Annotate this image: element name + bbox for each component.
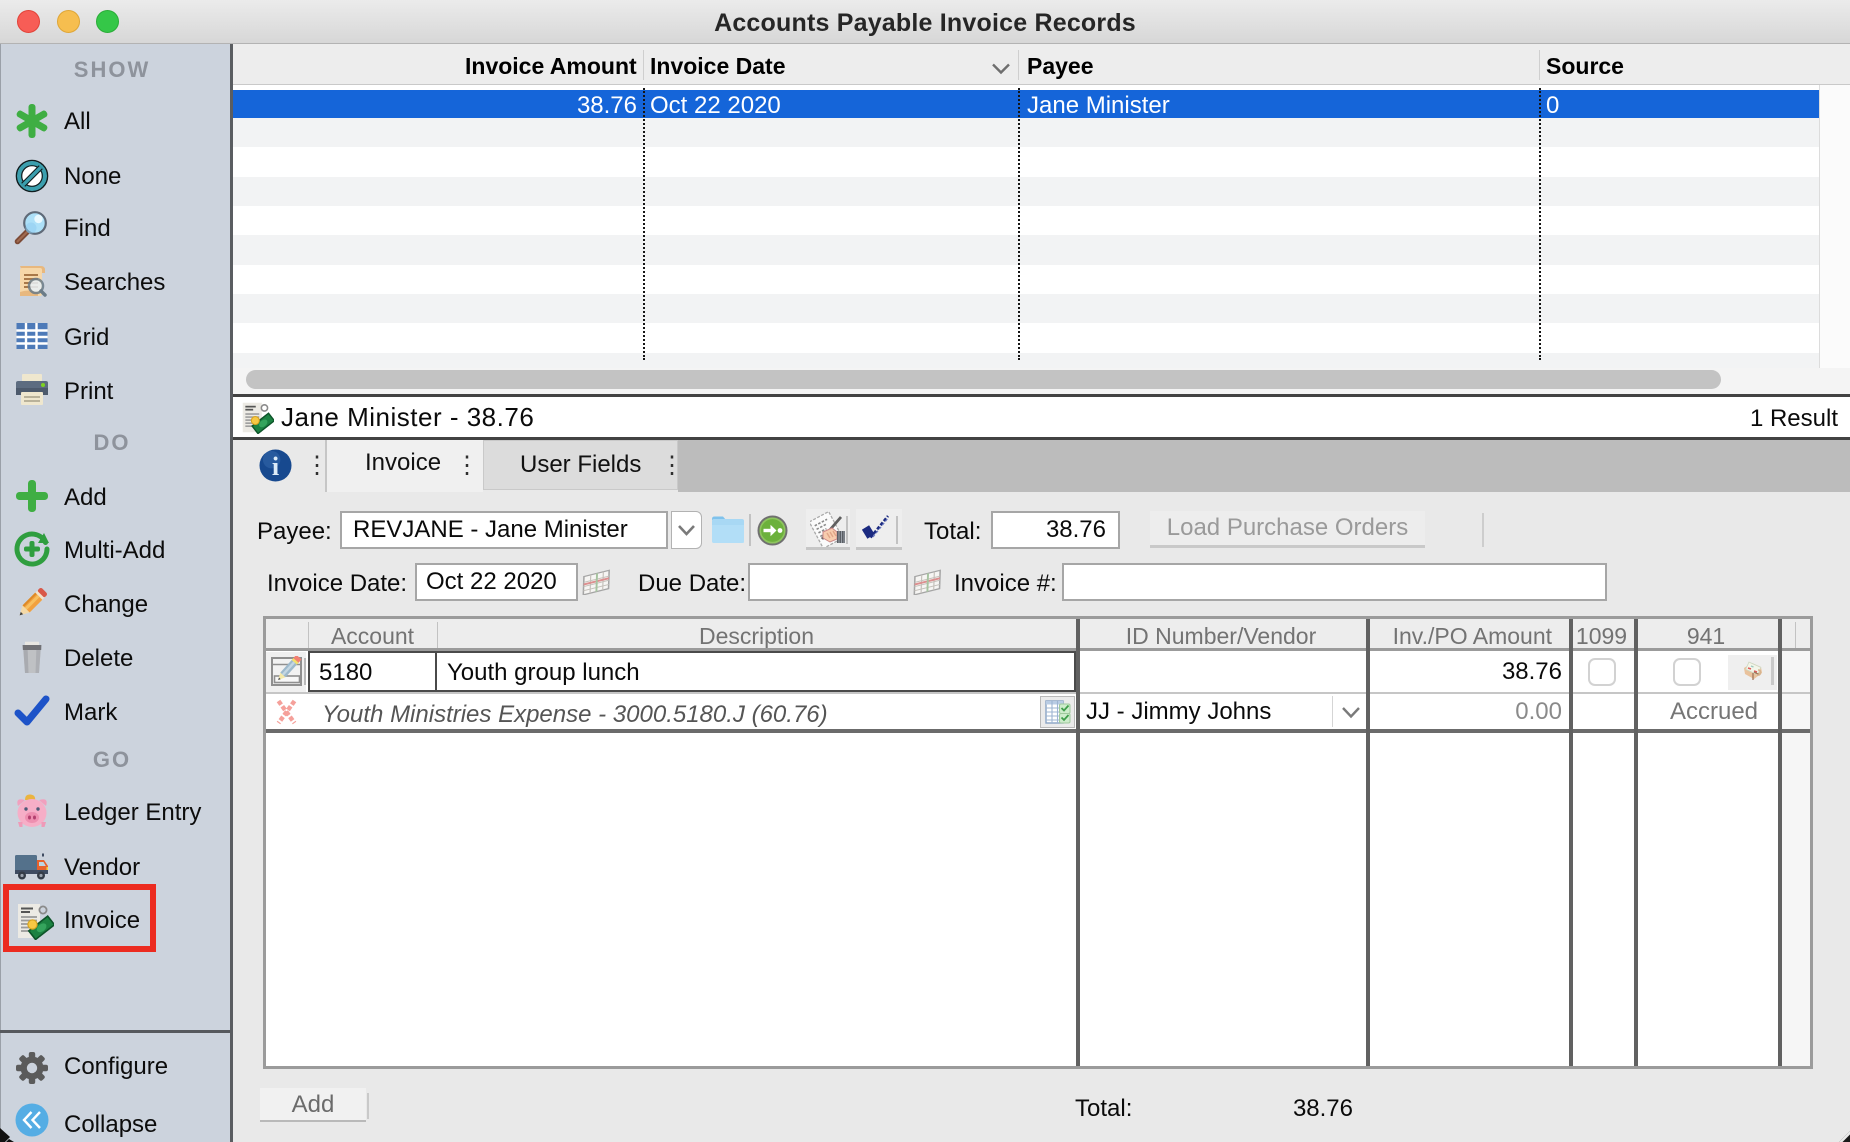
svg-text:i: i bbox=[272, 452, 279, 481]
